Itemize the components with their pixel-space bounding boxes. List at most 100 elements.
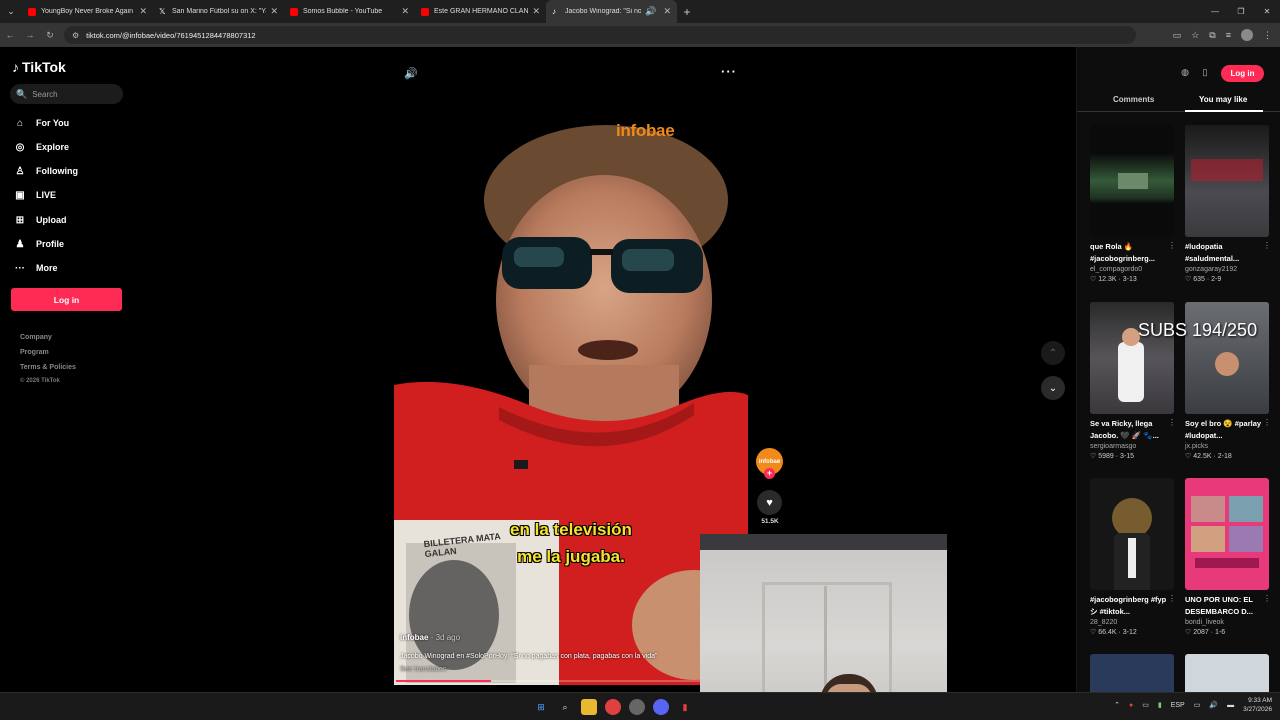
new-tab-icon[interactable]: + — [677, 5, 697, 19]
card-options-icon[interactable]: ⋮ — [1168, 418, 1176, 427]
tab-close-icon[interactable]: ✕ — [270, 6, 278, 17]
video-card-user[interactable]: jx.picks — [1185, 443, 1269, 450]
language-indicator[interactable]: ESP — [1171, 702, 1185, 709]
tab-close-icon[interactable]: ✕ — [663, 6, 671, 17]
see-translation-link[interactable]: See translation — [400, 666, 740, 673]
tiktok-favicon-icon: ♪ — [552, 6, 556, 16]
footer-company-link[interactable]: Company — [20, 334, 52, 341]
nav-more[interactable]: ··· More — [13, 260, 58, 276]
tray-chevron-up-icon[interactable]: ⌃ — [1114, 701, 1120, 709]
obs-icon[interactable] — [629, 699, 645, 715]
media-icon[interactable]: ≡ — [1226, 30, 1231, 40]
browser-tab-active[interactable]: ♪ Jacobo Winograd: "Si no pa 🔊 ✕ — [546, 0, 677, 23]
video-card[interactable]: #ludopatia #saludmental... gonzagaray219… — [1185, 125, 1271, 283]
tray-mic-icon[interactable]: ▮ — [1158, 701, 1162, 709]
nav-live[interactable]: ▣ LIVE — [13, 187, 56, 203]
phone-icon[interactable]: ▯ — [1199, 67, 1211, 79]
tab-close-icon[interactable]: ✕ — [401, 6, 409, 17]
tray-battery-icon[interactable]: ▬ — [1227, 702, 1234, 709]
clock[interactable]: 9:33 AM 3/27/2026 — [1243, 696, 1272, 714]
browser-tab[interactable]: Somos Bubble - YouTube ✕ — [284, 0, 415, 23]
nav-upload[interactable]: ⊞ Upload — [13, 212, 67, 228]
video-author[interactable]: infobae — [400, 633, 428, 642]
nav-following[interactable]: ♙ Following — [13, 163, 78, 179]
video-thumbnail[interactable] — [1090, 125, 1174, 237]
video-card[interactable]: que Rola 🔥 #jacobogrinberg... el_compago… — [1090, 125, 1176, 283]
like-heart-icon[interactable]: ♥ — [757, 490, 782, 515]
card-options-icon[interactable]: ⋮ — [1263, 418, 1271, 427]
menu-icon[interactable]: ⋮ — [1263, 30, 1272, 41]
taskbar-search-icon[interactable]: ⌕ — [557, 699, 573, 715]
browser-tab[interactable]: 𝕏 San Marino Fútbol su on X: "Ya ✕ — [153, 0, 284, 23]
browser-tab[interactable]: YoungBoy Never Broke Again - ✕ — [22, 0, 153, 23]
video-thumbnail-partial[interactable] — [1185, 654, 1269, 692]
video-card-user[interactable]: bondi_liveok — [1185, 619, 1269, 626]
video-player[interactable]: infobae en la televisión me la jugaba. B… — [394, 115, 748, 685]
footer-program-link[interactable]: Program — [20, 349, 49, 356]
card-options-icon[interactable]: ⋮ — [1168, 241, 1176, 250]
next-video-chevron-down-icon[interactable]: ⌄ — [1041, 376, 1065, 400]
file-explorer-icon[interactable] — [581, 699, 597, 715]
card-options-icon[interactable]: ⋮ — [1263, 241, 1271, 250]
video-card-user[interactable]: gonzagaray2192 — [1185, 266, 1269, 273]
coin-icon[interactable]: ◍ — [1179, 67, 1191, 79]
reload-icon[interactable]: ↻ — [40, 30, 60, 41]
extensions-icon[interactable]: ⧉ — [1209, 30, 1215, 41]
video-card-user[interactable]: sergioarmasgo — [1090, 443, 1174, 450]
back-icon[interactable]: ← — [0, 30, 20, 40]
tiktok-logo[interactable]: ♪ TikTok — [12, 59, 66, 75]
video-thumbnail[interactable] — [1090, 478, 1174, 590]
video-progress-bar[interactable] — [396, 680, 746, 682]
nav-for-you[interactable]: ⌂ For You — [13, 115, 69, 131]
volume-icon[interactable]: 🔊 — [404, 67, 418, 80]
close-window-icon[interactable]: ✕ — [1254, 0, 1280, 23]
site-settings-icon[interactable]: ⚙ — [72, 31, 79, 40]
tab-close-icon[interactable]: ✕ — [532, 6, 540, 17]
video-more-options-icon[interactable]: ··· — [721, 64, 737, 79]
previous-video-chevron-up-icon[interactable]: ⌃ — [1041, 341, 1065, 365]
tab-comments[interactable]: Comments — [1113, 95, 1154, 104]
cast-icon[interactable]: ▭ — [1173, 30, 1182, 41]
search-input[interactable] — [32, 89, 113, 99]
minimize-icon[interactable]: — — [1202, 0, 1228, 23]
browser-toolbar: ▭ ☆ ⧉ ≡ ⋮ — [1173, 23, 1272, 47]
search-box[interactable]: 🔍 — [10, 84, 123, 104]
nav-label: Upload — [36, 215, 67, 225]
tray-app-icon[interactable]: ● — [1129, 702, 1133, 709]
tab-close-icon[interactable]: ✕ — [139, 6, 147, 17]
recording-icon[interactable]: ▮ — [677, 699, 693, 715]
video-card-user[interactable]: el_compagordo0 — [1090, 266, 1174, 273]
url-bar[interactable]: ⚙ tiktok.com/@infobae/video/761945128447… — [64, 26, 1136, 44]
login-button[interactable]: Log in — [11, 288, 122, 311]
video-thumbnail[interactable] — [1185, 302, 1269, 414]
video-thumbnail[interactable] — [1185, 478, 1269, 590]
header-login-button[interactable]: Log in — [1221, 65, 1264, 82]
tab-search-icon[interactable]: ⌄ — [0, 0, 22, 23]
bookmark-star-icon[interactable]: ☆ — [1191, 30, 1199, 41]
system-tray: ⌃ ● ▭ ▮ ESP ▭ 🔊 ▬ 9:33 AM 3/27/2026 — [1114, 696, 1272, 714]
tray-volume-icon[interactable]: 🔊 — [1209, 701, 1218, 709]
tab-audio-icon[interactable]: 🔊 — [645, 6, 656, 17]
video-card[interactable]: UNO POR UNO: EL DESEMBARCO D... bondi_li… — [1185, 478, 1271, 636]
card-options-icon[interactable]: ⋮ — [1263, 594, 1271, 603]
nav-explore[interactable]: ◎ Explore — [13, 139, 69, 155]
maximize-icon[interactable]: ❐ — [1228, 0, 1254, 23]
browser-tab[interactable]: Este GRAN HERMANO CLANDE ✕ — [415, 0, 546, 23]
profile-avatar-icon[interactable] — [1241, 29, 1253, 41]
follow-plus-icon[interactable]: + — [764, 468, 775, 479]
windows-start-icon[interactable]: ⊞ — [533, 699, 549, 715]
footer-terms-link[interactable]: Terms & Policies — [20, 364, 76, 371]
video-card-user[interactable]: 28_8220 — [1090, 619, 1174, 626]
nav-profile[interactable]: ♟ Profile — [13, 236, 65, 252]
video-card[interactable]: #jacobogrinberg #fyp シ #tiktok... 28_822… — [1090, 478, 1176, 636]
video-thumbnail[interactable] — [1185, 125, 1269, 237]
video-thumbnail[interactable] — [1090, 302, 1174, 414]
forward-icon[interactable]: → — [20, 30, 40, 40]
tray-network-icon[interactable]: ▭ — [1142, 701, 1149, 709]
video-thumbnail-partial[interactable] — [1090, 654, 1174, 692]
tray-display-icon[interactable]: ▭ — [1194, 701, 1201, 709]
tab-you-may-like[interactable]: You may like — [1199, 95, 1247, 104]
card-options-icon[interactable]: ⋮ — [1168, 594, 1176, 603]
chrome-icon[interactable] — [605, 699, 621, 715]
discord-icon[interactable] — [653, 699, 669, 715]
